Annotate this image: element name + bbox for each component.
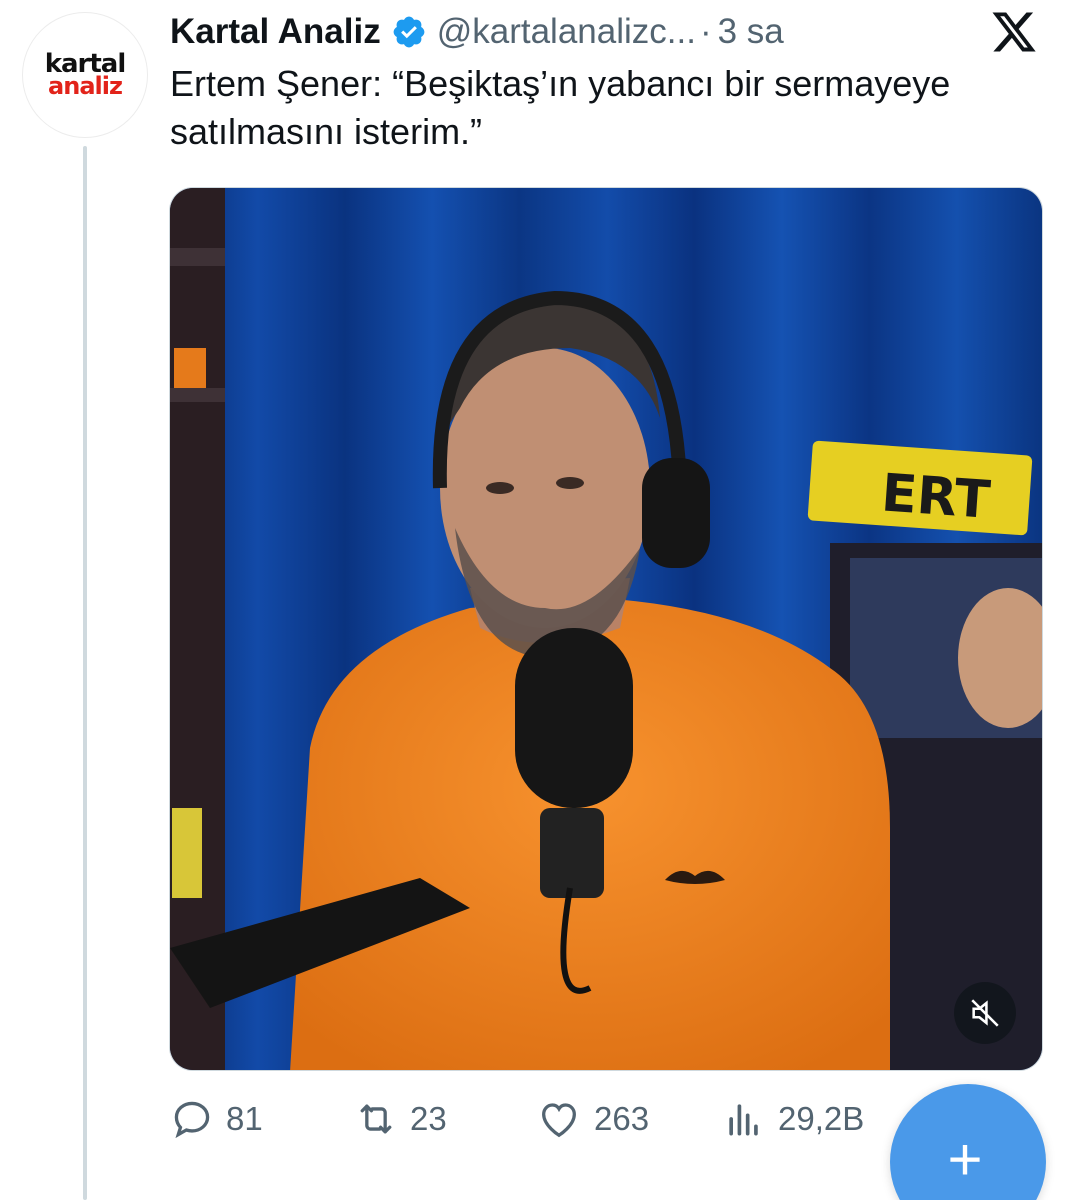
author-handle[interactable]: @kartalanalizc... <box>437 12 696 52</box>
reply-icon <box>174 1101 210 1139</box>
tweet-text: Ertem Şener: “Beşiktaş’ın yabancı bir se… <box>170 63 951 152</box>
heart-icon <box>542 1103 576 1138</box>
views-button[interactable]: 29,2B <box>722 1094 864 1144</box>
x-logo-icon[interactable] <box>990 8 1038 56</box>
retweet-count: 23 <box>410 1100 447 1137</box>
tweet[interactable]: kartal analiz Kartal Analiz @kartalanali… <box>0 0 1068 1200</box>
plus-icon: + <box>947 1126 983 1193</box>
views-chart-icon <box>729 1104 758 1136</box>
author-name[interactable]: Kartal Analiz <box>170 12 381 52</box>
separator-dot: · <box>699 12 712 51</box>
reply-count: 81 <box>226 1100 263 1137</box>
mute-toggle-button[interactable] <box>954 982 1016 1044</box>
retweet-button[interactable]: 23 <box>354 1094 447 1144</box>
speaker-muted-icon <box>971 999 999 1027</box>
verified-badge-icon <box>393 16 425 48</box>
reply-button[interactable]: 81 <box>170 1094 263 1144</box>
retweet-icon <box>360 1104 392 1134</box>
tweet-header: Kartal Analiz @kartalanalizc... · 3 sa <box>170 8 784 56</box>
video-sign-text: ERT <box>879 463 992 530</box>
timestamp[interactable]: 3 sa <box>718 12 784 52</box>
like-button[interactable]: 263 <box>536 1094 649 1144</box>
tweet-video[interactable]: ERT <box>169 187 1043 1071</box>
views-count: 29,2B <box>778 1100 865 1137</box>
like-count: 263 <box>594 1100 650 1137</box>
thread-line <box>83 146 87 1200</box>
avatar[interactable]: kartal analiz <box>22 12 148 138</box>
avatar-logo-bottom: analiz <box>48 72 123 100</box>
video-frame: ERT <box>170 188 1042 1070</box>
